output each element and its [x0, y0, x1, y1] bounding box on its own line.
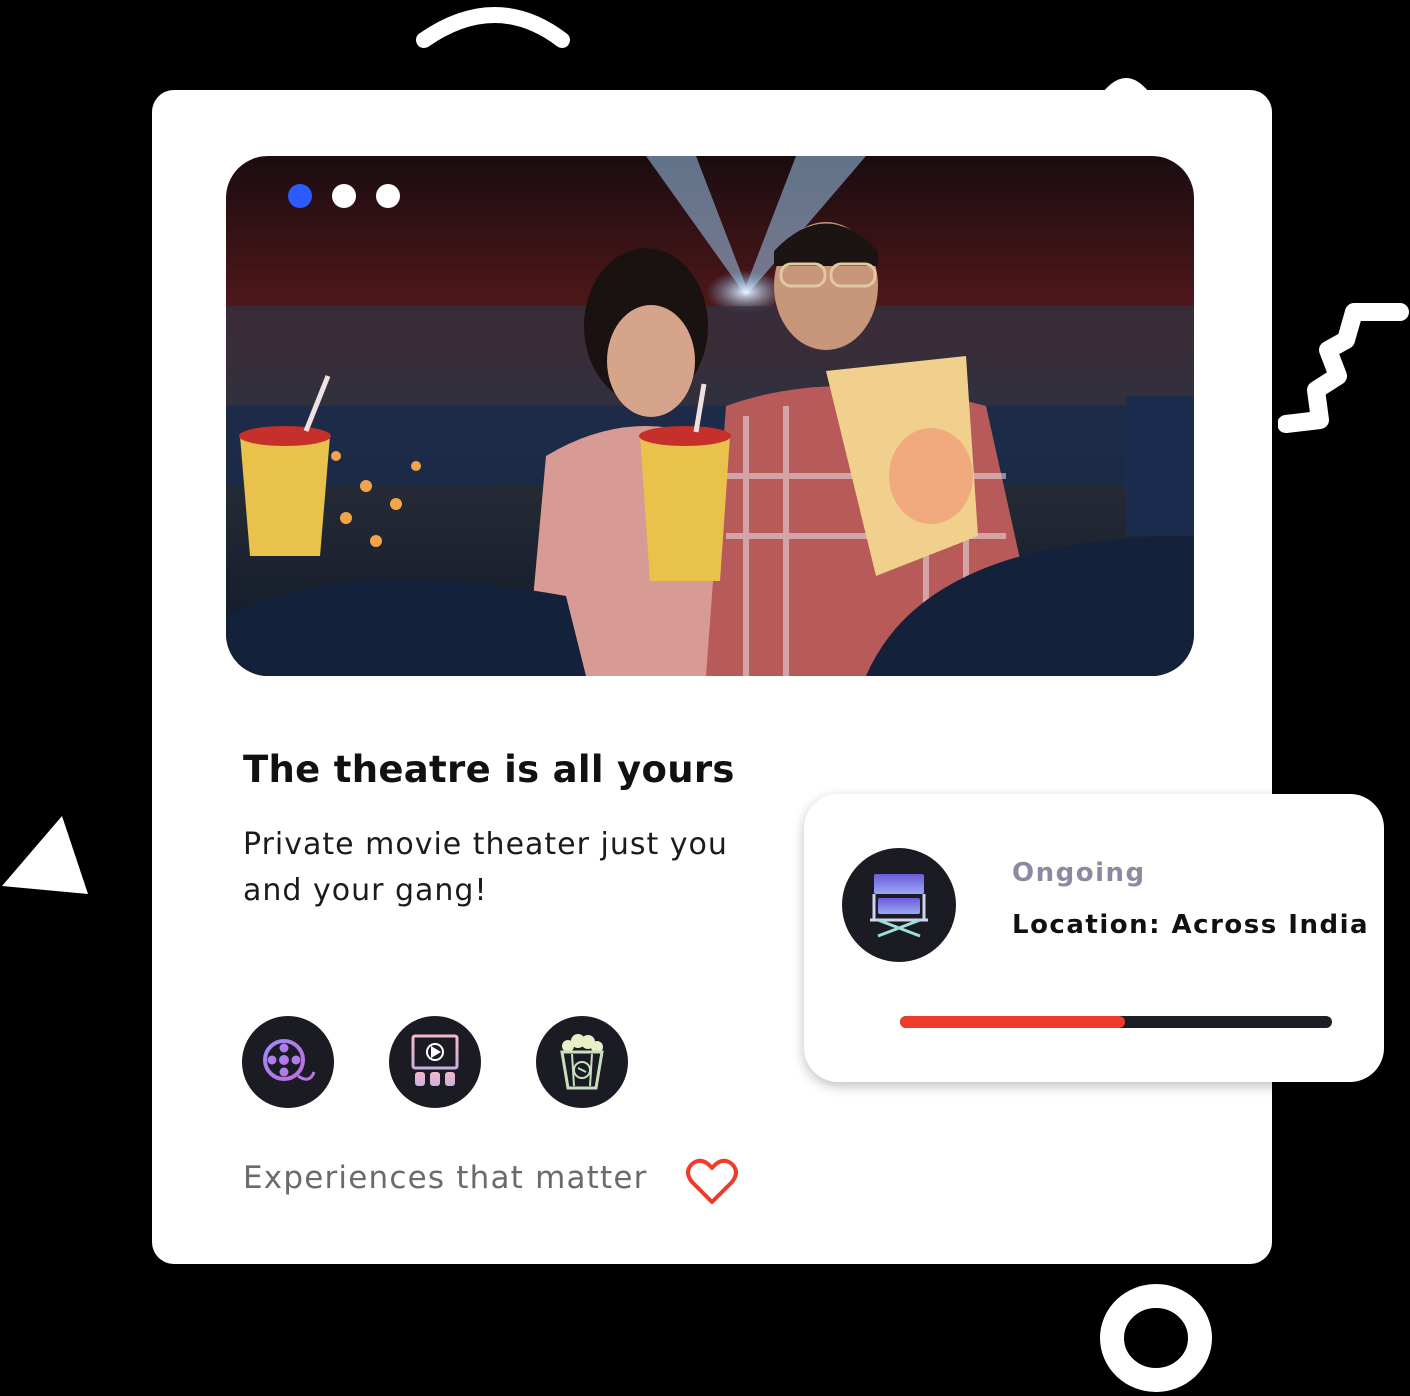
feature-icons [242, 1016, 628, 1108]
carousel-dot-1[interactable] [288, 184, 312, 208]
progress-fill [900, 1016, 1125, 1028]
decorative-ring [1100, 1284, 1212, 1392]
carousel-dot-2[interactable] [332, 184, 356, 208]
carousel-dot-3[interactable] [376, 184, 400, 208]
hero-image [226, 156, 1194, 676]
status-card: Ongoing Location: Across India [804, 794, 1384, 1082]
director-chair-icon [842, 848, 956, 962]
status-label: Ongoing [1012, 858, 1146, 888]
cinema-screen-icon[interactable] [389, 1016, 481, 1108]
heart-icon[interactable] [686, 1158, 738, 1206]
film-reel-icon[interactable] [242, 1016, 334, 1108]
carousel-dots [288, 184, 400, 208]
popcorn-icon[interactable] [536, 1016, 628, 1108]
tagline: Experiences that matter [243, 1160, 648, 1196]
description-line-1: Private movie theater just you [243, 827, 728, 862]
decorative-arc [416, 7, 570, 48]
card-title: The theatre is all yours [243, 748, 735, 791]
description-line-2: and your gang! [243, 873, 488, 908]
decorative-triangle [2, 816, 88, 894]
status-location: Location: Across India [1012, 910, 1370, 940]
progress-bar [900, 1016, 1332, 1028]
card-description: Private movie theater just you and your … [243, 822, 773, 914]
decorative-squiggle [1278, 303, 1409, 433]
